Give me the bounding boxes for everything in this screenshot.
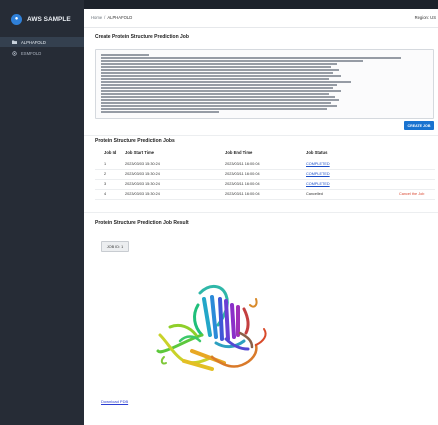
download-pdb-link[interactable]: Download PDB (101, 399, 128, 404)
folder-icon (12, 40, 17, 44)
brand-title: AWS SAMPLE (27, 15, 71, 23)
job-end-time: 2023/03/11 16:00:04 (225, 192, 260, 196)
breadcrumb-home[interactable]: Home (91, 15, 102, 20)
result-title: Protein Structure Prediction Job Result (95, 220, 189, 226)
job-select-dropdown[interactable]: JOB ID: 1 (101, 241, 129, 252)
section-divider (84, 212, 438, 213)
sidebar-item-label: ALPHAFOLD (21, 39, 46, 45)
job-start-time: 2023/03/03 15:30:24 (125, 162, 160, 166)
job-end-time: 2023/03/11 16:00:04 (225, 162, 260, 166)
sidebar: ● AWS SAMPLE ALPHAFOLD ESMFOLD (0, 0, 84, 425)
top-bar: Home / ALPHAFOLD Region: US (84, 9, 438, 28)
column-header: Job End Time (225, 150, 253, 155)
breadcrumb-separator: / (104, 15, 106, 20)
job-status-text: Cancelled (306, 192, 323, 196)
main-content: Home / ALPHAFOLD Region: US Create Protein… (84, 9, 438, 425)
aws-logo-icon: ● (11, 13, 22, 25)
table-row: 4 2023/03/03 15:30:24 2023/03/11 16:00:0… (95, 190, 435, 200)
cancel-job-button[interactable]: Cancel the Job (399, 192, 424, 196)
sidebar-item-alphafold[interactable]: ALPHAFOLD (0, 37, 84, 47)
sidebar-item-label: ESMFOLD (21, 50, 42, 56)
protein-structure-viewer[interactable] (140, 265, 280, 387)
sequence-input[interactable] (95, 49, 434, 119)
table-row: 3 2023/03/03 15:30:24 2023/03/11 16:00:0… (95, 180, 435, 190)
job-start-time: 2023/03/03 15:30:24 (125, 182, 160, 186)
breadcrumb: Home / ALPHAFOLD (91, 15, 132, 20)
job-end-time: 2023/03/11 16:00:04 (225, 182, 260, 186)
jobs-title: Protein Structure Prediction Jobs (95, 138, 175, 144)
column-header: Job Id (104, 150, 117, 155)
job-id: 4 (104, 192, 107, 196)
job-end-time: 2023/03/11 16:00:04 (225, 172, 260, 176)
create-job-title: Create Protein Structure Prediction Job (95, 34, 189, 40)
job-status-link[interactable]: COMPLETED (306, 182, 330, 186)
job-select-value: JOB ID: 1 (106, 244, 124, 249)
sidebar-item-esmfold[interactable]: ESMFOLD (0, 48, 84, 58)
breadcrumb-current: ALPHAFOLD (107, 15, 133, 20)
section-divider (84, 135, 438, 136)
gear-icon (12, 50, 17, 56)
job-start-time: 2023/03/03 15:30:24 (125, 172, 160, 176)
table-row: 1 2023/03/03 15:30:24 2023/03/11 16:00:0… (95, 160, 435, 170)
protein-structure-image (156, 285, 267, 371)
column-header: Job Status (306, 150, 328, 155)
job-id: 2 (104, 172, 107, 176)
job-status-link[interactable]: COMPLETED (306, 162, 330, 166)
region-selector[interactable]: Region: US (415, 15, 436, 20)
jobs-table-header: Job Id Job Start Time Job End Time Job S… (95, 148, 435, 157)
job-status-link[interactable]: COMPLETED (306, 172, 330, 176)
create-job-button[interactable]: CREATE JOB (404, 121, 434, 130)
column-header: Job Start Time (125, 150, 155, 155)
job-start-time: 2023/03/03 15:30:24 (125, 192, 160, 196)
brand[interactable]: ● AWS SAMPLE (0, 10, 84, 28)
job-id: 1 (104, 162, 107, 166)
table-row: 2 2023/03/03 15:30:24 2023/03/11 16:00:0… (95, 170, 435, 180)
job-id: 3 (104, 182, 107, 186)
